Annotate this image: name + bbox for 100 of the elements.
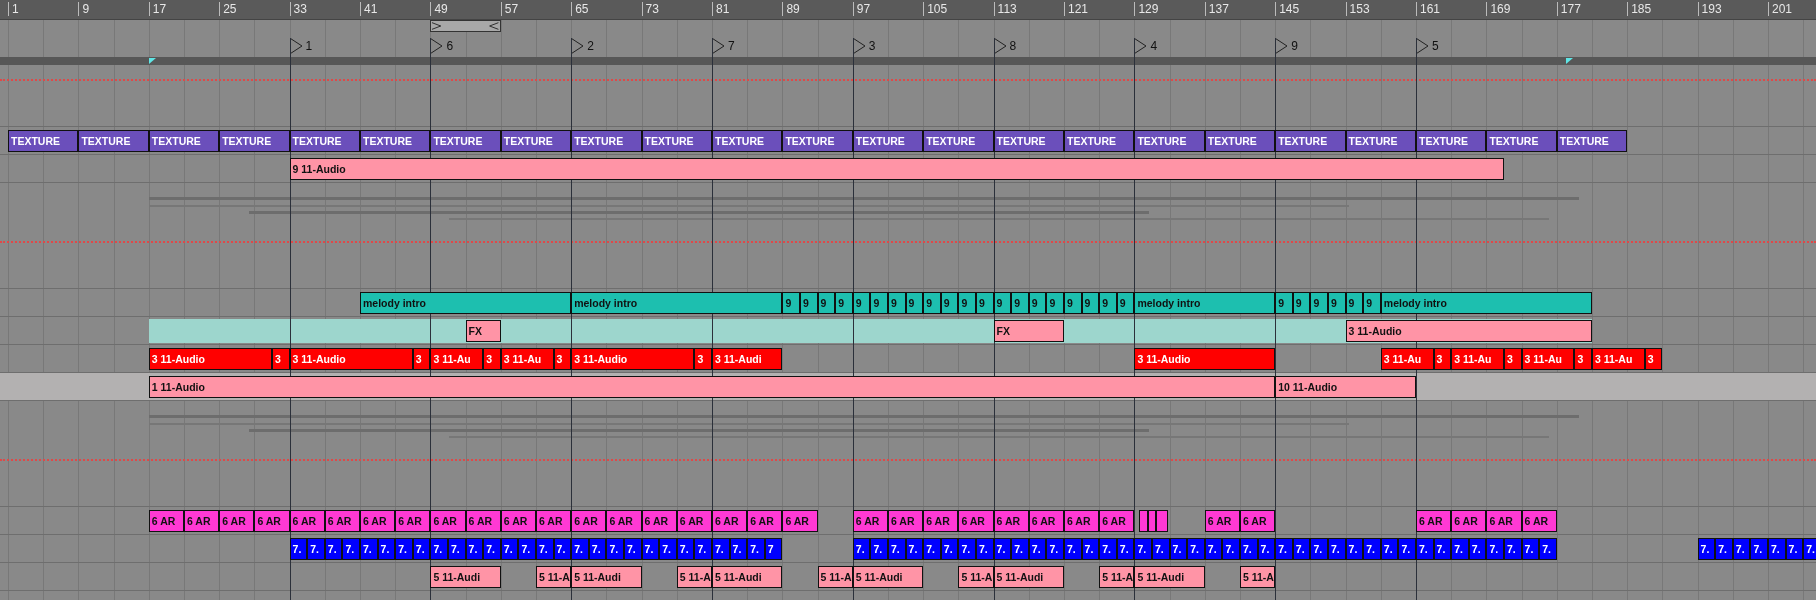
- clip[interactable]: 9: [1363, 292, 1381, 314]
- clip[interactable]: 5 11-A: [817, 566, 853, 588]
- clip[interactable]: 3 11-Au: [430, 348, 484, 370]
- clip[interactable]: 6 AR: [888, 510, 924, 532]
- clip[interactable]: 6 AR: [219, 510, 255, 532]
- clip[interactable]: 6 AR: [747, 510, 783, 532]
- loop-brace[interactable]: [430, 20, 501, 32]
- clip[interactable]: 7.: [888, 538, 906, 560]
- clip[interactable]: 7.: [1715, 538, 1733, 560]
- clip[interactable]: 6 AR: [536, 510, 572, 532]
- clip[interactable]: 7.: [1240, 538, 1258, 560]
- clip[interactable]: TEXTURE: [1134, 130, 1205, 152]
- clip[interactable]: 9: [1064, 292, 1082, 314]
- clip[interactable]: 3 11-Au: [1451, 348, 1504, 370]
- clip[interactable]: 9: [1099, 292, 1117, 314]
- clip[interactable]: TEXTURE: [1345, 130, 1416, 152]
- clip[interactable]: 6 AR: [923, 510, 959, 532]
- clip[interactable]: 7.: [1328, 538, 1346, 560]
- clip[interactable]: 7.: [571, 538, 589, 560]
- track-lane[interactable]: 5 11-Audi 5 11-A 5 11-Audi 5 11-A 5 11-Audi 5 11-A 5 11-Audi 5 11-A 5 11-Audi 5 11-A 5 11-Audi 5 11-A: [0, 563, 1816, 591]
- clip[interactable]: 6 AR: [712, 510, 748, 532]
- clip[interactable]: TEXTURE: [571, 130, 642, 152]
- clip[interactable]: 9: [958, 292, 976, 314]
- clip[interactable]: 7.: [360, 538, 378, 560]
- clip[interactable]: 5 11-A: [536, 566, 572, 588]
- clip[interactable]: TEXTURE: [1204, 130, 1276, 152]
- clip[interactable]: TEXTURE: [219, 130, 290, 152]
- clip[interactable]: 6 AR: [465, 510, 501, 532]
- clip[interactable]: 6 AR: [1521, 510, 1557, 532]
- clip[interactable]: TEXTURE: [430, 130, 501, 152]
- clip[interactable]: 3: [1574, 348, 1592, 370]
- clip[interactable]: 9: [870, 292, 888, 314]
- clip[interactable]: 10 11-Audio: [1275, 376, 1416, 398]
- clip[interactable]: TEXTURE: [1416, 130, 1487, 152]
- clip[interactable]: TEXTURE: [923, 130, 994, 152]
- locator-label[interactable]: 2: [587, 39, 594, 53]
- clip[interactable]: 9: [923, 292, 941, 314]
- clip[interactable]: 7.: [1187, 538, 1205, 560]
- clip[interactable]: 5 11-Audi: [993, 566, 1064, 588]
- clip[interactable]: 6 AR: [571, 510, 607, 532]
- clip[interactable]: 7.: [624, 538, 642, 560]
- clip[interactable]: 3: [483, 348, 501, 370]
- clip[interactable]: 7.: [870, 538, 888, 560]
- clip[interactable]: 5 11-A: [676, 566, 712, 588]
- clip[interactable]: 7.: [606, 538, 624, 560]
- clip[interactable]: 7.: [1539, 538, 1557, 560]
- clip[interactable]: TEXTURE: [500, 130, 572, 152]
- bar-ruler[interactable]: 1 9 17 25 33 41 49 57 65 73 81 89 97 105 113 121 129 137 145 153 161 169 177 185 193 201: [0, 0, 1816, 20]
- clip[interactable]: 6 AR: [1451, 510, 1487, 532]
- track-lane[interactable]: FX FX 3 11-Audio: [0, 317, 1816, 345]
- clip[interactable]: TEXTURE: [852, 130, 924, 152]
- clip[interactable]: 7.: [1451, 538, 1469, 560]
- clip[interactable]: 7.: [976, 538, 994, 560]
- clip[interactable]: 6 AR: [1099, 510, 1135, 532]
- clip[interactable]: 7.: [1152, 538, 1170, 560]
- clip[interactable]: 6 AR: [324, 510, 360, 532]
- clip[interactable]: 7.: [1275, 538, 1293, 560]
- track-lane[interactable]: melody intro melody intro 9 9 9 9 9 9 9 9 9 9 9 9 9 9 9 9 9 9 9 9 melody intro 9 9 9 9 9 9 melody intro: [0, 289, 1816, 317]
- clip[interactable]: 7.: [1486, 538, 1504, 560]
- clip[interactable]: [1138, 510, 1148, 532]
- clip[interactable]: 7.: [1134, 538, 1152, 560]
- clip[interactable]: TEXTURE: [641, 130, 712, 152]
- clip[interactable]: 6 AR: [289, 510, 325, 532]
- clip[interactable]: melody intro: [1380, 292, 1592, 314]
- clip[interactable]: 7.: [1222, 538, 1240, 560]
- clip[interactable]: 7.: [1504, 538, 1522, 560]
- clip[interactable]: 6 AR: [430, 510, 466, 532]
- clip[interactable]: 7.: [1750, 538, 1768, 560]
- clip[interactable]: 9: [976, 292, 994, 314]
- clip[interactable]: 7.: [395, 538, 413, 560]
- clip[interactable]: 3 11-Audio: [1345, 320, 1592, 342]
- clip[interactable]: 7.: [342, 538, 360, 560]
- clip[interactable]: 7.: [659, 538, 677, 560]
- clip[interactable]: TEXTURE: [993, 130, 1064, 152]
- locator-label[interactable]: 4: [1150, 39, 1158, 53]
- track-lane[interactable]: 9 11-Audio: [0, 155, 1816, 183]
- clip[interactable]: 3: [1504, 348, 1522, 370]
- clip[interactable]: melody intro: [1134, 292, 1276, 314]
- clip[interactable]: 3 11-Au: [1380, 348, 1434, 370]
- clip[interactable]: 9: [1310, 292, 1328, 314]
- clip[interactable]: 7.: [518, 538, 536, 560]
- clip[interactable]: 9: [1046, 292, 1064, 314]
- clip[interactable]: 7.: [1363, 538, 1381, 560]
- clip[interactable]: 3 11-Audio: [148, 348, 272, 370]
- clip[interactable]: 5 11-Audi: [852, 566, 924, 588]
- clip[interactable]: 6 AR: [148, 510, 184, 532]
- clip[interactable]: 6 AR: [500, 510, 536, 532]
- clip[interactable]: 7.: [712, 538, 730, 560]
- clip[interactable]: 9: [888, 292, 906, 314]
- clip[interactable]: 7.: [747, 538, 765, 560]
- clip[interactable]: 7.: [1398, 538, 1416, 560]
- clip[interactable]: 5 11-Audi: [571, 566, 642, 588]
- clip[interactable]: TEXTURE: [1275, 130, 1346, 152]
- clip[interactable]: 6 AR: [993, 510, 1029, 532]
- clip[interactable]: 6 AR: [254, 510, 290, 532]
- clip[interactable]: 7.: [536, 538, 554, 560]
- clip[interactable]: TEXTURE: [782, 130, 853, 152]
- clip[interactable]: 7.: [923, 538, 941, 560]
- clip[interactable]: 6 AR: [958, 510, 994, 532]
- clip[interactable]: 6 AR: [1028, 510, 1064, 532]
